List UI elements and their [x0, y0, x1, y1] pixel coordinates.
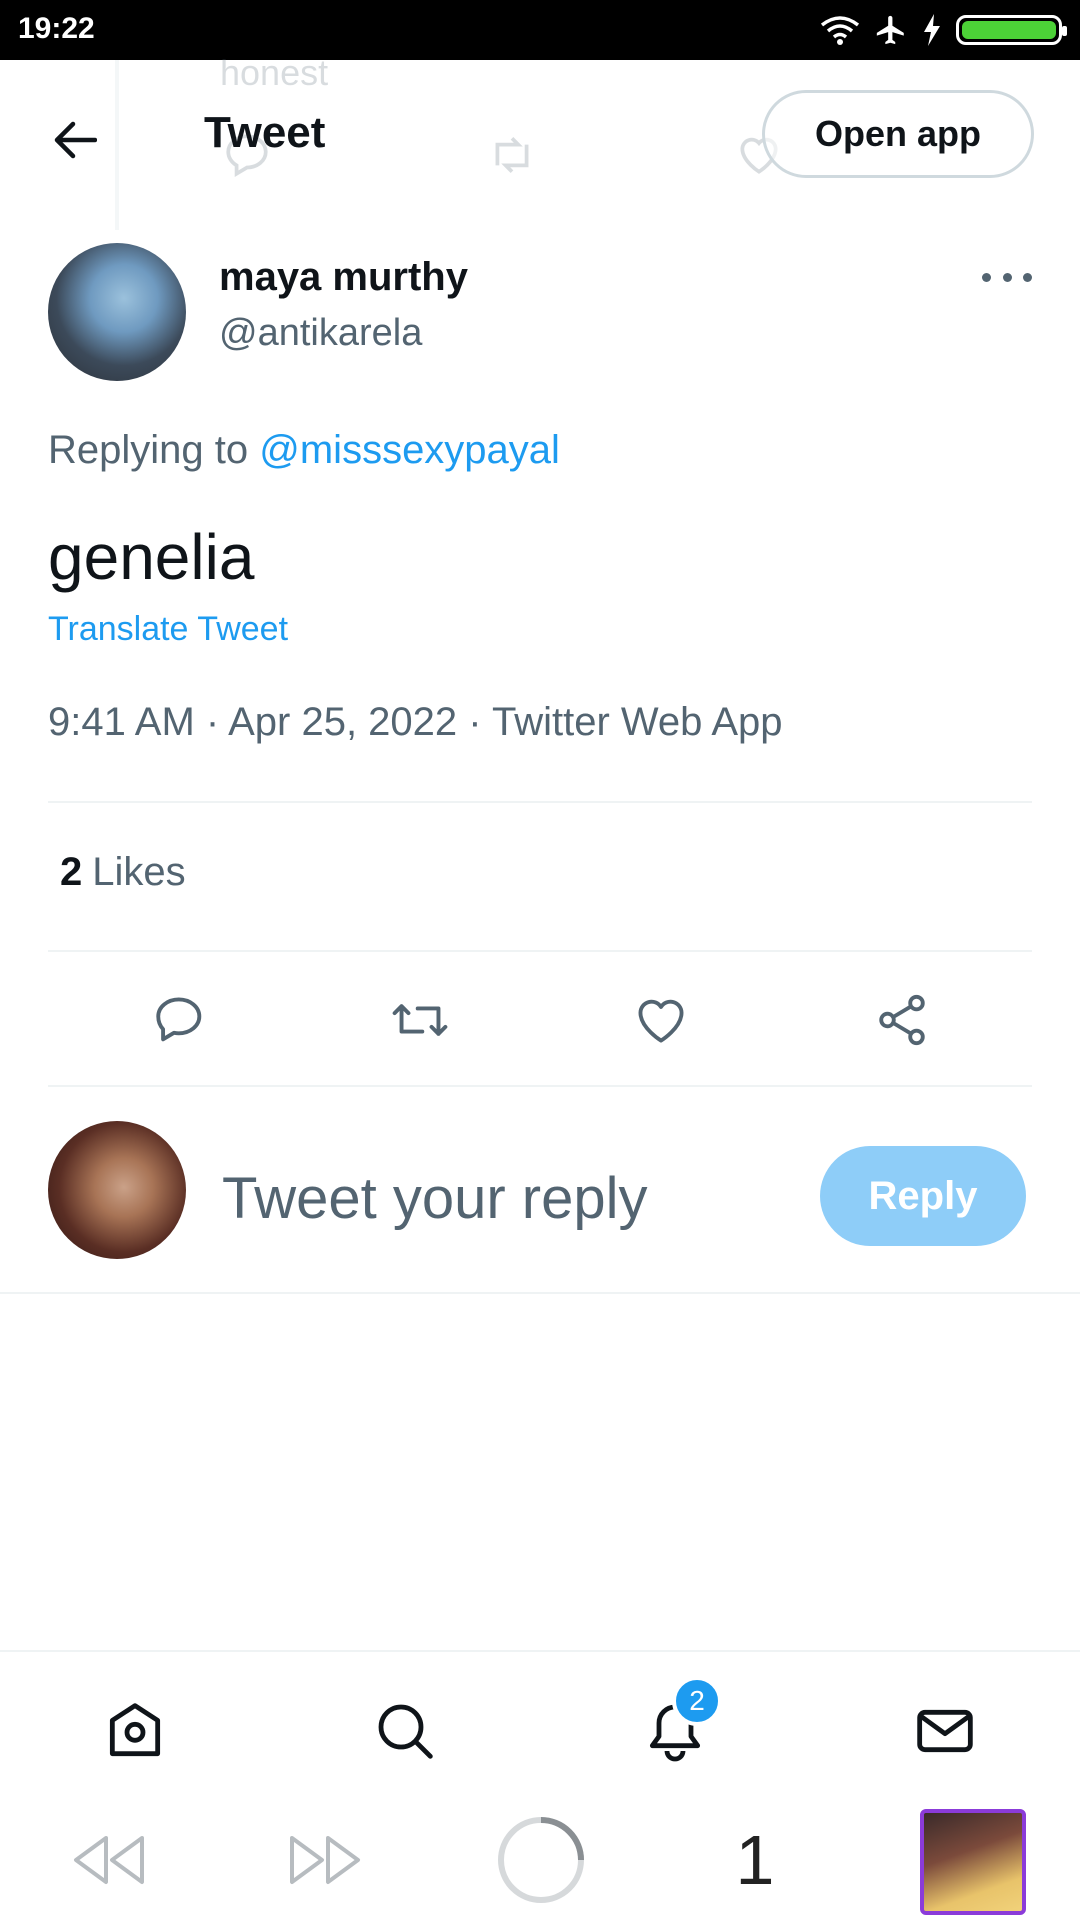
share-icon [879, 994, 925, 1046]
likes-count-link[interactable]: 2 Likes [60, 850, 186, 895]
nav-search[interactable] [370, 1696, 440, 1766]
home-icon [109, 1703, 161, 1757]
more-dot-icon [1002, 272, 1012, 282]
author-handle[interactable]: @antikarela [219, 312, 422, 355]
charging-icon [924, 14, 940, 46]
search-icon [378, 1704, 433, 1759]
translate-tweet-link[interactable]: Translate Tweet [48, 610, 288, 649]
bottom-navigation: 2 [0, 1650, 1080, 1800]
status-bar: 19:22 [0, 0, 1080, 60]
profile-thumbnail [920, 1809, 1026, 1915]
tab-count-button[interactable]: 1 [720, 1820, 790, 1900]
browser-forward-button[interactable] [284, 1820, 368, 1900]
loading-spinner-icon [498, 1817, 584, 1903]
retweet-icon [392, 1004, 448, 1036]
nav-messages[interactable] [910, 1696, 980, 1766]
airplane-icon [876, 15, 904, 45]
fast-forward-icon [290, 1836, 360, 1884]
browser-profile-button[interactable] [918, 1807, 1028, 1917]
reply-input[interactable]: Tweet your reply [222, 1165, 648, 1232]
arrow-left-icon [54, 121, 97, 159]
ghost-text: honest [220, 52, 329, 93]
rewind-icon [74, 1836, 144, 1884]
replying-to: Replying to @misssexypayal [48, 428, 560, 473]
back-button[interactable] [44, 110, 104, 170]
ghost-retweet-icon [495, 137, 529, 173]
divider [0, 1292, 1080, 1294]
divider [48, 950, 1032, 952]
author-avatar[interactable] [48, 243, 186, 381]
nav-home[interactable] [100, 1696, 170, 1766]
page-title: Tweet [204, 108, 326, 157]
wifi-icon [820, 16, 860, 45]
more-dot-icon [982, 272, 991, 282]
share-action-button[interactable] [872, 990, 932, 1050]
tweet-timestamp: 9:41 AM · Apr 25, 2022 · Twitter Web App [48, 700, 783, 744]
browser-back-button[interactable] [66, 1820, 150, 1900]
status-time: 19:22 [18, 12, 95, 45]
header: honest Tweet Open app [0, 52, 1080, 230]
browser-reload-button[interactable] [494, 1817, 588, 1903]
retweet-action-button[interactable] [390, 990, 450, 1050]
thread-line [115, 60, 119, 230]
replying-prefix: Replying to [48, 428, 249, 472]
tweet-text: genelia [48, 521, 255, 593]
status-icons [820, 12, 1067, 48]
more-options-button[interactable] [982, 262, 1032, 292]
notification-badge: 2 [672, 1676, 722, 1726]
more-dot-icon [1023, 272, 1032, 282]
likes-count: 2 [60, 850, 83, 894]
heart-icon [638, 999, 684, 1043]
open-app-button[interactable]: Open app [762, 90, 1034, 178]
battery-icon [956, 15, 1067, 45]
reply-button[interactable]: Reply [820, 1146, 1026, 1246]
current-user-avatar[interactable] [48, 1121, 186, 1259]
reply-action-button[interactable] [150, 990, 210, 1050]
messages-icon [917, 1709, 973, 1753]
author-name[interactable]: maya murthy [219, 255, 468, 300]
browser-toolbar: 1 [0, 1800, 1080, 1920]
divider [48, 1085, 1032, 1087]
divider [48, 801, 1032, 803]
reply-icon [156, 997, 202, 1042]
replying-mention-link[interactable]: @misssexypayal [259, 428, 560, 472]
likes-label: Likes [92, 850, 186, 894]
like-action-button[interactable] [631, 990, 691, 1050]
